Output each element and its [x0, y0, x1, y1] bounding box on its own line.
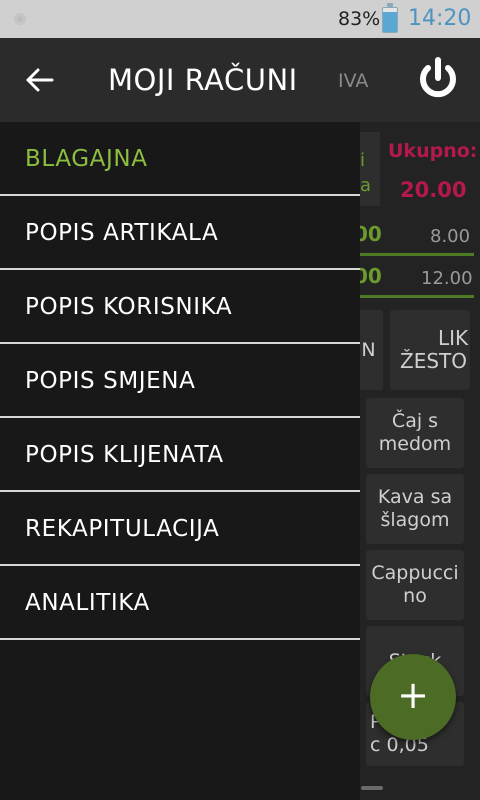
drawer-item-rekapitulacija[interactable]: REKAPITULACIJA [0, 492, 360, 566]
product-name: šlagom [380, 509, 450, 531]
previous-card-text-1: i [360, 150, 366, 171]
drawer-item-popis-korisnika[interactable]: POPIS KORISNIKA [0, 270, 360, 344]
back-button[interactable] [18, 62, 62, 98]
arrow-left-icon [26, 68, 54, 92]
drawer-item-blagajna[interactable]: BLAGAJNA [0, 122, 360, 196]
row-2-amount: 00 [360, 264, 382, 288]
product-card[interactable]: Kava sa šlagom [366, 474, 464, 544]
scroll-indicator [361, 786, 383, 790]
drawer-item-analitika[interactable]: ANALITIKA [0, 566, 360, 640]
battery-percent: 83% [338, 8, 381, 30]
drawer-item-popis-smjena[interactable]: POPIS SMJENA [0, 344, 360, 418]
drawer-divider [0, 638, 360, 640]
category-card-label: LIK [438, 326, 469, 350]
product-name: Kava sa [377, 486, 453, 508]
row-divider [360, 295, 474, 298]
power-icon [420, 57, 456, 98]
category-card[interactable]: N [360, 310, 383, 390]
drawer-item-popis-klijenata[interactable]: POPIS KLIJENATA [0, 418, 360, 492]
product-name: no [403, 585, 427, 607]
add-button[interactable]: + [370, 654, 456, 740]
product-name: Cappucci [371, 562, 459, 584]
status-bar: 83% 14:20 [0, 0, 480, 38]
product-name: medom [378, 433, 452, 455]
previous-card-text: i a [360, 148, 371, 198]
row-2-price: 12.00 [421, 268, 473, 289]
iva-action[interactable]: IVA [338, 70, 368, 92]
product-card[interactable]: Čaj s medom [366, 398, 464, 468]
drawer-item-popis-artikala[interactable]: POPIS ARTIKALA [0, 196, 360, 270]
power-button[interactable] [412, 54, 464, 106]
row-1-amount: 00 [360, 222, 382, 246]
battery-icon [382, 3, 398, 33]
category-card-label: N [361, 338, 376, 361]
action-bar: MOJI RAČUNI IVA [0, 38, 480, 122]
notification-dot-icon [14, 13, 26, 25]
row-1-price: 8.00 [430, 226, 471, 247]
page-title: MOJI RAČUNI [108, 63, 298, 97]
previous-card-text-2: a [360, 175, 372, 196]
category-card-label: ŽESTO [400, 349, 467, 373]
category-card-liker[interactable]: LIK ŽESTO [390, 310, 470, 390]
plus-icon: + [397, 673, 429, 717]
product-name: Čaj s [391, 410, 439, 432]
row-divider [360, 253, 474, 256]
total-value: 20.00 [400, 178, 467, 202]
navigation-drawer: BLAGAJNA POPIS ARTIKALA POPIS KORISNIKA … [0, 122, 360, 800]
product-card[interactable]: Cappucci no [366, 550, 464, 620]
status-time: 14:20 [408, 6, 472, 31]
total-label: Ukupno: [388, 140, 478, 162]
